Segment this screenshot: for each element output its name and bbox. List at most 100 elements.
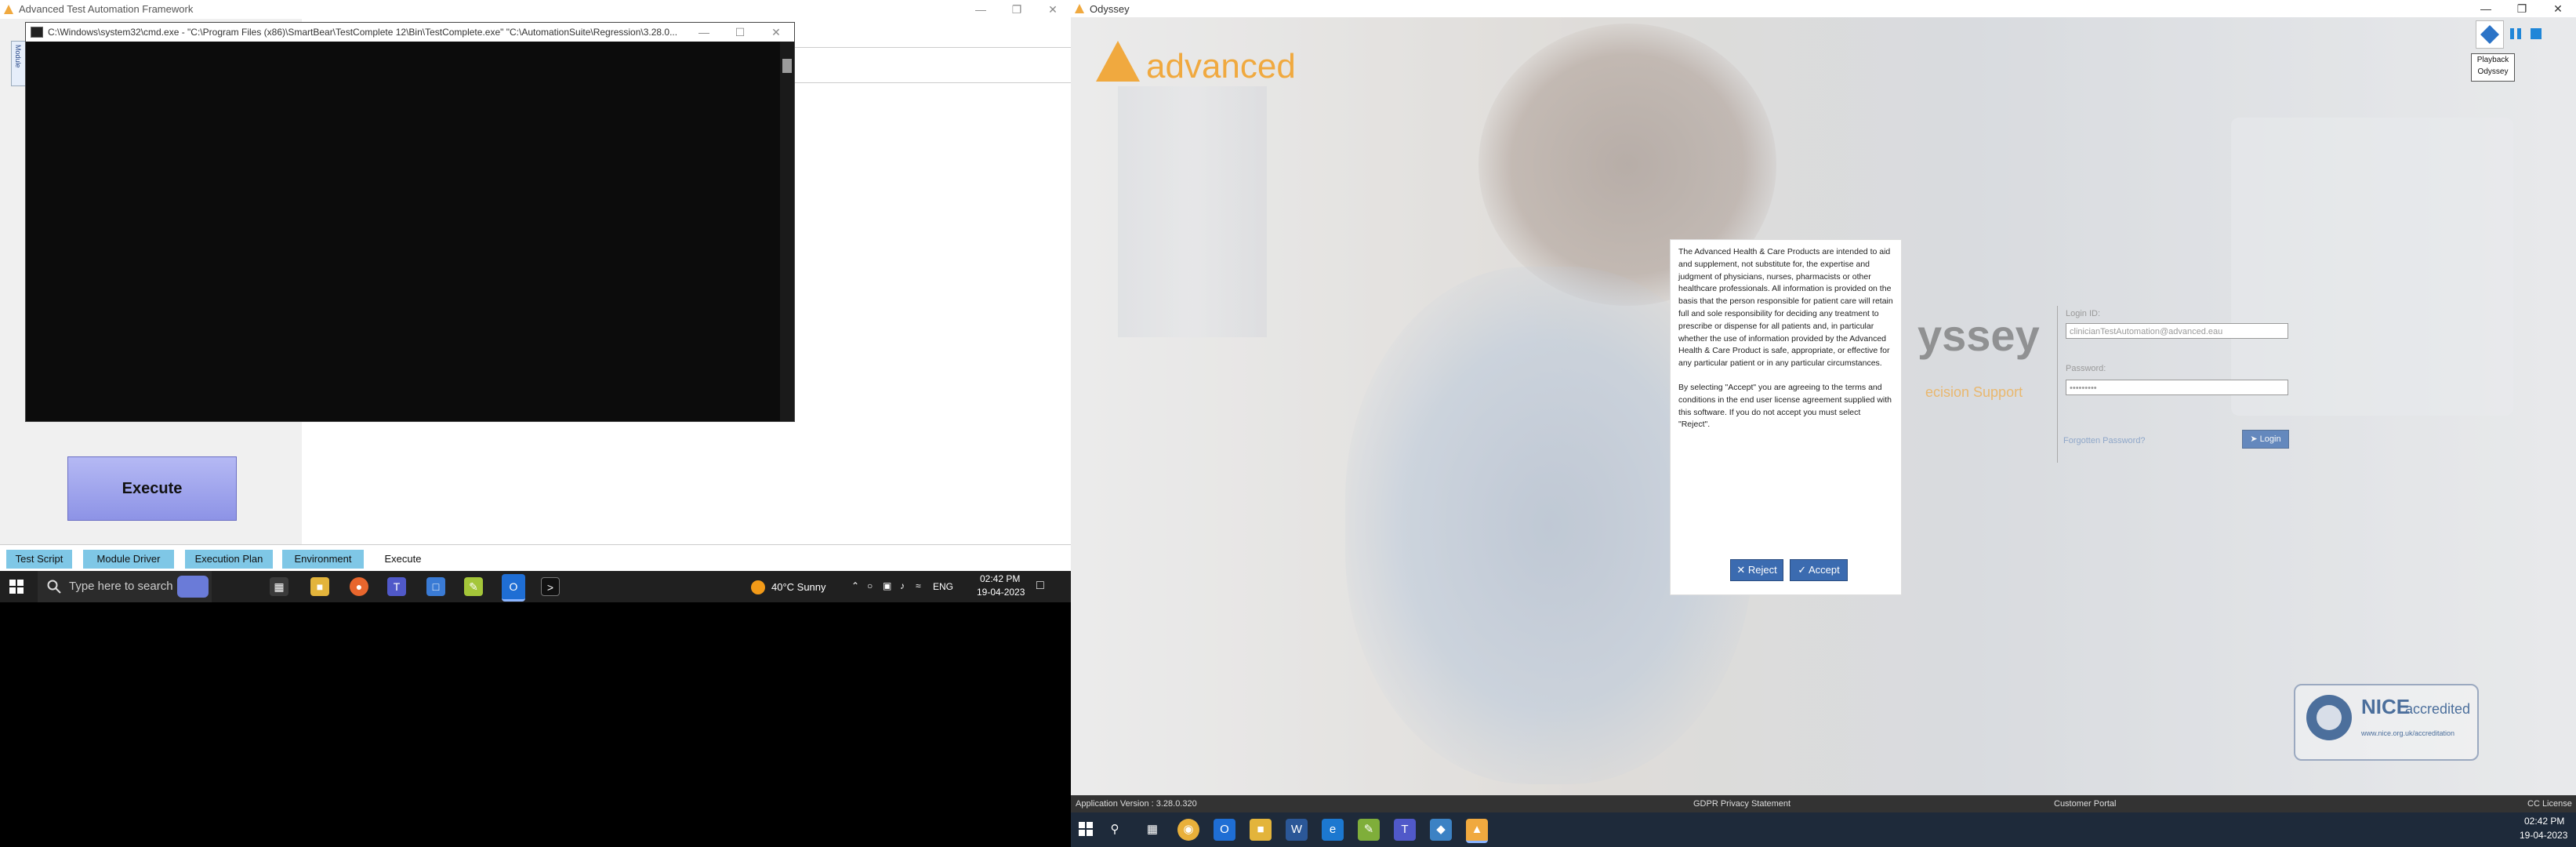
clock-time[interactable]: 02:42 PM — [2524, 816, 2564, 827]
chrome-icon[interactable]: ◉ — [1177, 819, 1199, 841]
tab-execute[interactable]: Execute — [373, 550, 433, 569]
tooltip-line-2: Odyssey — [2477, 67, 2509, 76]
customer-portal-link[interactable]: Customer Portal — [2054, 799, 2116, 809]
wifi-icon[interactable]: ≈ — [916, 580, 921, 591]
nice-logo-icon — [2306, 695, 2352, 740]
check-icon: ✓ — [1798, 564, 1809, 576]
disclaimer-paragraph-2: By selecting "Accept" you are agreeing t… — [1678, 382, 1892, 430]
clock-time[interactable]: 02:42 PM — [980, 573, 1020, 584]
search-icon — [47, 580, 61, 597]
chevron-up-icon[interactable]: ⌃ — [851, 580, 859, 591]
cmd-scrollbar[interactable] — [780, 42, 794, 421]
outlook-icon[interactable]: O — [502, 574, 525, 602]
cmd-taskbar-icon[interactable]: > — [541, 577, 560, 596]
windows-start-icon[interactable] — [1079, 822, 1093, 836]
notepad-plus-icon[interactable]: ✎ — [464, 577, 483, 596]
file-explorer-icon[interactable]: ■ — [1250, 819, 1272, 841]
minimize-icon[interactable]: — — [963, 0, 999, 19]
close-icon[interactable]: ✕ — [1035, 0, 1071, 19]
login-id-field[interactable]: clinicianTestAutomation@advanced.eau — [2066, 323, 2288, 339]
vertical-tab-label: Module — [14, 45, 22, 68]
stop-icon[interactable] — [2529, 27, 2543, 41]
task-view-icon[interactable]: ▦ — [1141, 819, 1163, 841]
app-icon — [1074, 3, 1085, 16]
right-taskbar: ⚲ ▦ ◉ O ■ W e ✎ T ◆ ▲ 02:42 PM 19-04-202… — [1071, 812, 2576, 847]
teams-icon[interactable]: T — [387, 577, 406, 596]
cmd-console[interactable] — [26, 42, 780, 421]
odyssey-titlebar: Odyssey — ❐ ✕ — [1071, 0, 2576, 17]
task-view-icon[interactable]: ▦ — [270, 577, 288, 596]
product-brand: yssey — [1917, 311, 2040, 360]
forgot-password-link[interactable]: Forgotten Password? — [2063, 436, 2146, 445]
accept-button[interactable]: ✓ Accept — [1790, 559, 1848, 581]
playback-tooltip: Playback Odyssey — [2471, 53, 2515, 82]
reject-button[interactable]: ✕ Reject — [1730, 559, 1783, 581]
teams-icon[interactable]: T — [1394, 819, 1416, 841]
network-icon[interactable]: ▣ — [883, 580, 891, 591]
language-indicator[interactable]: ENG — [933, 581, 953, 592]
close-icon[interactable]: ✕ — [758, 23, 794, 42]
product-tagline: ecision Support — [1925, 384, 2023, 400]
close-icon[interactable]: ✕ — [2540, 0, 2576, 17]
odyssey-taskbar-icon[interactable]: ▲ — [1466, 819, 1488, 843]
clock-date[interactable]: 19-04-2023 — [977, 587, 1025, 598]
minimize-icon[interactable]: — — [686, 23, 722, 42]
nice-accreditation-badge: NICE accredited www.nice.org.uk/accredit… — [2294, 684, 2479, 761]
tab-module-driver[interactable]: Module Driver — [83, 550, 174, 569]
scroll-thumb[interactable] — [782, 59, 792, 73]
taskbar-search[interactable]: Type here to search — [38, 571, 212, 602]
advanced-logo: advanced — [1096, 41, 1300, 88]
window-title: Odyssey — [1090, 3, 1130, 15]
gdpr-link[interactable]: GDPR Privacy Statement — [1693, 799, 1791, 809]
disclaimer-text: The Advanced Health & Care Products are … — [1678, 246, 1893, 443]
app-window-icon[interactable]: □ — [426, 577, 445, 596]
logo-mark-icon — [1096, 41, 1140, 82]
app-icon — [3, 4, 14, 15]
minimize-icon[interactable]: — — [2468, 0, 2504, 17]
cmd-title: C:\Windows\system32\cmd.exe - "C:\Progra… — [48, 27, 678, 38]
right-monitor: Odyssey — ❐ ✕ advanced yssey ecision Sup… — [1071, 0, 2576, 847]
pause-icon[interactable] — [2509, 27, 2523, 41]
firefox-icon[interactable]: ● — [350, 577, 368, 596]
search-icon[interactable]: ⚲ — [1104, 819, 1126, 841]
login-button[interactable]: ➤ Login — [2242, 430, 2289, 449]
tab-execution-plan[interactable]: Execution Plan — [185, 550, 273, 569]
testcomplete-icon[interactable] — [2476, 20, 2504, 49]
outlook-icon[interactable]: O — [1214, 819, 1235, 841]
reject-label: Reject — [1747, 564, 1777, 576]
license-link[interactable]: CC License — [2527, 799, 2572, 809]
login-id-label: Login ID: — [2066, 309, 2101, 318]
execute-button[interactable]: Execute — [67, 456, 237, 521]
volume-icon[interactable]: ♪ — [900, 580, 905, 591]
disclaimer-paragraph-1: The Advanced Health & Care Products are … — [1678, 247, 1893, 369]
status-bar: Application Version : 3.28.0.320 GDPR Pr… — [1071, 795, 2576, 812]
notification-icon[interactable]: □ — [1036, 579, 1044, 593]
file-explorer-icon[interactable]: ■ — [310, 577, 329, 596]
notepad-plus-icon[interactable]: ✎ — [1358, 819, 1380, 841]
accept-label: Accept — [1809, 564, 1840, 576]
login-arrow-icon: ➤ — [2250, 434, 2260, 444]
password-field[interactable]: ••••••••• — [2066, 380, 2288, 395]
tab-test-script[interactable]: Test Script — [6, 550, 72, 569]
search-highlight-icon — [177, 576, 209, 598]
restore-icon[interactable]: ❐ — [999, 0, 1035, 19]
word-icon[interactable]: W — [1286, 819, 1308, 841]
weather-text[interactable]: 40°C Sunny — [771, 581, 826, 593]
clock-date[interactable]: 19-04-2023 — [2520, 830, 2567, 841]
password-label: Password: — [2066, 364, 2106, 373]
left-monitor: Advanced Test Automation Framework — ❐ ✕… — [0, 0, 1071, 847]
edge-icon[interactable]: e — [1322, 819, 1344, 841]
windows-start-icon[interactable] — [9, 580, 24, 594]
tab-environment[interactable]: Environment — [282, 550, 364, 569]
app-version: Application Version : 3.28.0.320 — [1076, 799, 1197, 809]
logo-wordmark: advanced — [1146, 47, 1296, 85]
cmd-window: C:\Windows\system32\cmd.exe - "C:\Progra… — [25, 22, 795, 422]
left-taskbar: Type here to search ▦ ■ ● T □ ✎ O > 40°C… — [0, 571, 1071, 602]
restore-icon[interactable]: ❐ — [2504, 0, 2540, 17]
maximize-icon[interactable]: ☐ — [722, 23, 758, 42]
atf-tab-bar: Test Script Module Driver Execution Plan… — [0, 544, 1071, 572]
testcomplete-taskbar-icon[interactable]: ◆ — [1430, 819, 1452, 841]
search-placeholder: Type here to search — [69, 580, 173, 593]
window-title: Advanced Test Automation Framework — [19, 3, 194, 15]
microphone-icon[interactable]: ○ — [867, 580, 873, 591]
